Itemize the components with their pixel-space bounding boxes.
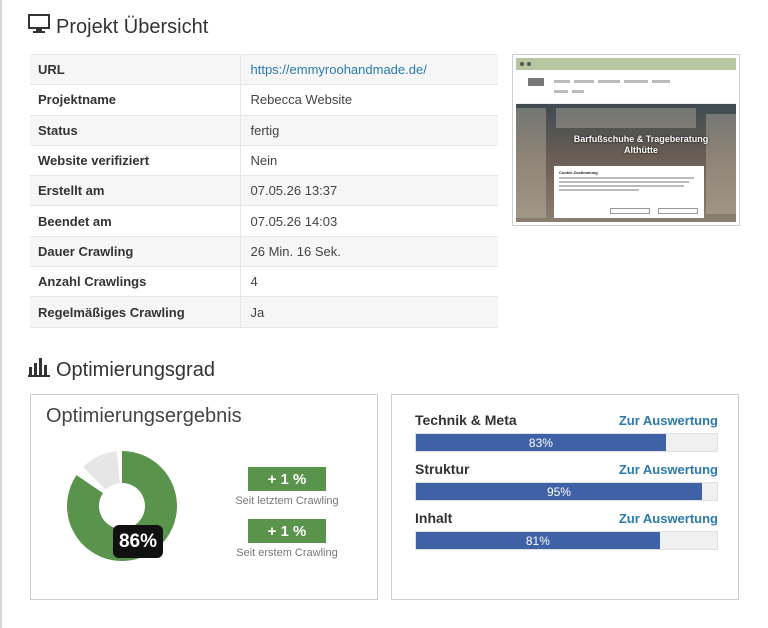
optimization-result-card: Optimierungsergebnis 86% + 1 % Seit letz…	[30, 394, 378, 600]
metric-progress-fill: 95%	[416, 483, 702, 500]
info-value: Rebecca Website	[240, 84, 498, 116]
metric-name: Technik & Meta	[415, 412, 517, 428]
info-row: Anzahl Crawlings 4	[30, 266, 498, 297]
delta-first-crawl-label: Seit erstem Crawling	[236, 547, 338, 559]
metric-evaluation-link[interactable]: Zur Auswertung	[619, 462, 718, 477]
info-row: Website verifiziert Nein	[30, 144, 498, 176]
info-key: Regelmäßiges Crawling	[30, 296, 241, 328]
delta-last-crawl-badge: + 1 %	[248, 467, 326, 491]
metric-name: Inhalt	[415, 510, 453, 526]
info-key: URL	[30, 53, 241, 85]
metric-progress-fill: 81%	[416, 532, 660, 549]
metric-progress-fill: 83%	[416, 434, 666, 451]
preview-hero-text: Barfußschuhe & Trageberatung Althütte	[573, 134, 709, 155]
info-row: Status fertig	[30, 114, 498, 146]
metric-name: Struktur	[415, 461, 470, 477]
overview-title: Projekt Übersicht	[28, 14, 208, 40]
info-row: Erstellt am 07.05.26 13:37	[30, 175, 498, 206]
metric-inhalt: Inhalt Zur Auswertung 81%	[415, 508, 718, 550]
info-key: Dauer Crawling	[30, 235, 241, 267]
preview-cookie-banner: Cookie-Zustimmung	[554, 166, 704, 218]
monitor-icon	[28, 14, 50, 40]
info-value: 26 Min. 16 Sek.	[240, 235, 498, 267]
delta-last-crawl-label: Seit letztem Crawling	[235, 495, 339, 507]
delta-first-crawl-badge: + 1 %	[248, 519, 326, 543]
score-badge: 86%	[113, 525, 163, 558]
left-border	[0, 0, 2, 628]
project-url-link[interactable]: https://emmyroohandmade.de/	[251, 62, 427, 77]
metric-progress-bar: 95%	[415, 482, 718, 501]
preview-logo	[528, 78, 544, 86]
info-row: Regelmäßiges Crawling Ja	[30, 296, 498, 328]
website-preview-thumbnail[interactable]: Barfußschuhe & Trageberatung Althütte Co…	[512, 54, 740, 226]
preview-announcement-bar	[516, 58, 736, 70]
info-key: Anzahl Crawlings	[30, 266, 241, 297]
info-row: Dauer Crawling 26 Min. 16 Sek.	[30, 235, 498, 267]
info-row: Projektname Rebecca Website	[30, 84, 498, 116]
info-key: Beendet am	[30, 205, 241, 237]
result-card-title: Optimierungsergebnis	[46, 405, 242, 427]
metric-progress-bar: 83%	[415, 433, 718, 452]
preview-hero-image: Barfußschuhe & Trageberatung Althütte Co…	[516, 104, 736, 222]
info-key: Website verifiziert	[30, 144, 241, 176]
info-row: URL https://emmyroohandmade.de/	[30, 53, 498, 85]
info-value: Nein	[240, 144, 498, 176]
metric-progress-bar: 81%	[415, 531, 718, 550]
optimization-title-text: Optimierungsgrad	[56, 358, 215, 381]
bar-chart-icon	[28, 357, 50, 383]
metric-evaluation-link[interactable]: Zur Auswertung	[619, 413, 718, 428]
overview-title-text: Projekt Übersicht	[56, 15, 209, 38]
info-value: Ja	[240, 296, 498, 328]
metric-technik-meta: Technik & Meta Zur Auswertung 83%	[415, 410, 718, 452]
preview-navigation	[516, 70, 736, 104]
optimization-title: Optimierungsgrad	[28, 357, 215, 383]
info-row: Beendet am 07.05.26 14:03	[30, 205, 498, 237]
info-value: 07.05.26 13:37	[240, 175, 498, 206]
metrics-card: Technik & Meta Zur Auswertung 83% Strukt…	[391, 394, 739, 600]
info-key: Status	[30, 114, 241, 146]
info-key: Projektname	[30, 84, 241, 116]
info-value: fertig	[240, 114, 498, 146]
info-value: 07.05.26 14:03	[240, 205, 498, 237]
info-key: Erstellt am	[30, 175, 241, 206]
metric-evaluation-link[interactable]: Zur Auswertung	[619, 511, 718, 526]
preview-cookie-title: Cookie-Zustimmung	[559, 170, 598, 175]
info-value: https://emmyroohandmade.de/	[240, 53, 498, 85]
info-value: 4	[240, 266, 498, 297]
metric-struktur: Struktur Zur Auswertung 95%	[415, 459, 718, 501]
project-info-table: URL https://emmyroohandmade.de/Projektnam…	[30, 53, 498, 328]
